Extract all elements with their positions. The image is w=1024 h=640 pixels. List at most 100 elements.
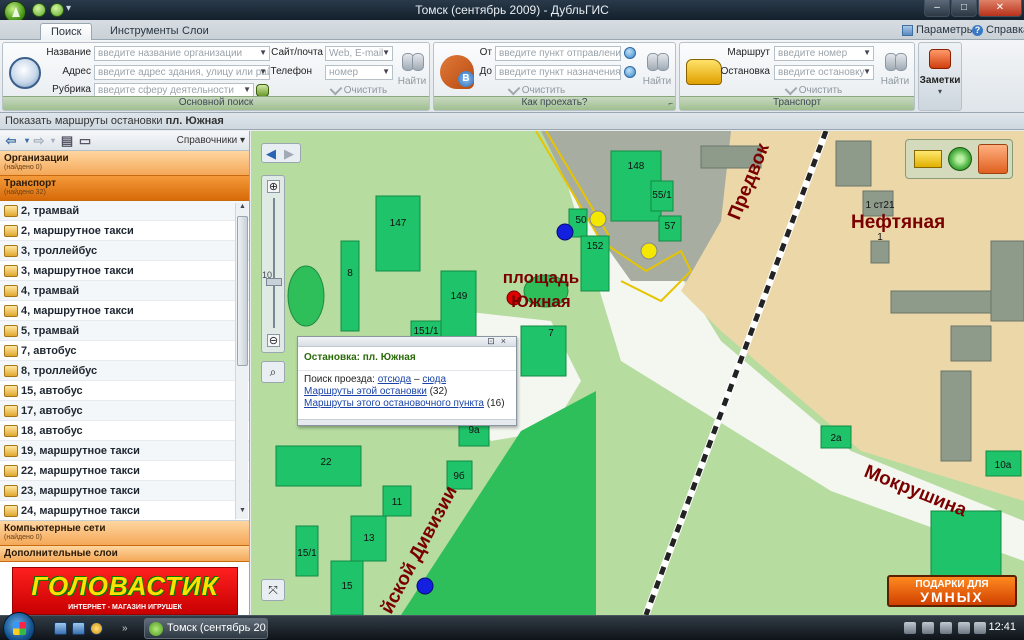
close-button[interactable]: ✕ <box>978 0 1022 17</box>
route-to-input[interactable]: введите пункт назначения <box>495 65 621 80</box>
notes-button[interactable]: Заметки ▾ <box>918 42 962 111</box>
zoom-slider[interactable]: ⊕ 10 ⊖ <box>261 175 285 353</box>
route-list-item[interactable]: 7, автобус <box>0 341 249 361</box>
popup-header: ⊡× <box>298 336 516 347</box>
popup-pin-icon[interactable]: ⊡ <box>487 336 501 346</box>
route-to-pick-icon[interactable] <box>624 66 636 78</box>
route-list-item[interactable]: 3, маршрутное такси <box>0 261 249 281</box>
zoom-in-icon[interactable]: ⊕ <box>267 180 280 193</box>
taskbar-clock: 12:41 <box>988 621 1016 633</box>
route-list-item[interactable]: 2, маршрутное такси <box>0 221 249 241</box>
route-list-item[interactable]: 24, маршрутное такси <box>0 501 249 520</box>
route-list-item[interactable]: 5, трамвай <box>0 321 249 341</box>
name-input[interactable]: введите название организации ▼ <box>94 46 270 61</box>
export-icon[interactable]: ▭ <box>78 134 92 148</box>
zoom-out-icon[interactable]: ⊖ <box>267 334 280 347</box>
print-icon[interactable]: ▤ <box>60 134 74 148</box>
ruler-icon[interactable] <box>914 150 942 168</box>
maximize-button[interactable]: □ <box>951 0 977 17</box>
minimize-button[interactable]: – <box>924 0 950 17</box>
browser-quick-icon[interactable] <box>90 622 103 635</box>
status-prefix: Показать маршруты остановки <box>5 115 166 127</box>
tray-volume-icon[interactable] <box>958 622 970 634</box>
tab-search[interactable]: Поиск <box>40 23 93 40</box>
route-list-item[interactable]: 22, маршрутное такси <box>0 461 249 481</box>
scroll-down-icon[interactable]: ▼ <box>236 507 249 519</box>
category-networks[interactable]: Компьютерные сети (найдено 0) <box>0 521 249 546</box>
building-number: 15 <box>341 581 353 592</box>
transport-clear-button[interactable]: Очистить <box>774 82 854 96</box>
map-fullscreen-icon[interactable]: ⤧ <box>261 579 285 601</box>
forward-dropdown-icon[interactable]: ▾ <box>46 134 60 148</box>
phone-label: Телефон <box>270 66 312 77</box>
route-list-label: 3, троллейбус <box>21 244 98 257</box>
route-list-item[interactable]: 19, маршрутное такси <box>0 441 249 461</box>
tray-power-icon[interactable] <box>974 622 986 634</box>
route-clear-button[interactable]: Очистить <box>495 82 579 96</box>
transport-stop-input[interactable]: введите остановку ▼ <box>774 65 874 80</box>
popup-close-icon[interactable]: × <box>501 336 512 346</box>
popup-from-link[interactable]: отсюда <box>378 374 412 385</box>
map-layers-icon[interactable] <box>978 144 1008 174</box>
route-list-item[interactable]: 23, маршрутное такси <box>0 481 249 501</box>
forward-icon[interactable]: ⇨ <box>32 134 46 148</box>
taskbar-app-icon <box>149 622 163 636</box>
transport-binoculars-icon[interactable] <box>884 49 908 71</box>
map-forward-arrow-icon[interactable]: ▶ <box>284 146 294 162</box>
quicklaunch-more-icon[interactable]: » <box>122 622 135 635</box>
tab-layers[interactable]: Слои <box>172 23 219 40</box>
route-list-item[interactable]: 15, автобус <box>0 381 249 401</box>
route-list-item[interactable]: 17, автобус <box>0 401 249 421</box>
list-scrollbar[interactable]: ▲ ▼ <box>235 203 248 519</box>
map-search-icon[interactable]: ⌕ <box>261 361 285 383</box>
tray-network-icon[interactable] <box>940 622 952 634</box>
category-layers[interactable]: Дополнительные слои <box>0 546 249 562</box>
route-list-item[interactable]: 18, автобус <box>0 421 249 441</box>
transport-find-button[interactable]: Найти <box>878 76 912 87</box>
building-number: 7 <box>548 328 554 339</box>
phone-input[interactable]: номер ▼ <box>325 65 393 80</box>
help-link[interactable]: ? Справка <box>972 24 1024 36</box>
transport-vehicle-icon <box>4 384 18 397</box>
address-input[interactable]: введите адрес здания, улицу или район ▼ <box>94 65 270 80</box>
main-clear-button[interactable]: Очистить <box>325 82 393 96</box>
popup-footer <box>298 419 516 425</box>
tray-icon-1[interactable] <box>904 622 916 634</box>
route-from-input[interactable]: введите пункт отправления <box>495 46 621 61</box>
tray-icon-2[interactable] <box>922 622 934 634</box>
directories-dropdown[interactable]: Справочники ▾ <box>177 135 245 146</box>
route-list-item[interactable]: 8, троллейбус <box>0 361 249 381</box>
scroll-up-icon[interactable]: ▲ <box>236 203 249 215</box>
transport-route-input[interactable]: введите номер ▼ <box>774 46 874 61</box>
params-icon <box>902 24 913 36</box>
advertisement-banner[interactable]: ГОЛОВАСТИК ИНТЕРНЕТ - МАГАЗИН ИГРУШЕК <box>12 567 238 615</box>
site-input[interactable]: Web, E-mail ▼ <box>325 46 393 61</box>
category-organizations[interactable]: Организации (найдено 0) <box>0 151 249 176</box>
switch-windows-icon[interactable] <box>72 622 85 635</box>
taskbar-app-button[interactable]: Томск (сентябрь 20... <box>144 618 268 639</box>
route-list-item[interactable]: 3, троллейбус <box>0 241 249 261</box>
map-stop-blue-2 <box>416 577 434 595</box>
popup-routes-link[interactable]: Маршруты этой остановки <box>304 386 427 397</box>
route-options-icon[interactable]: ⌐ <box>668 99 673 108</box>
scrollbar-thumb[interactable] <box>237 216 248 366</box>
start-button-icon[interactable] <box>3 612 35 640</box>
show-desktop-icon[interactable] <box>54 622 67 635</box>
params-link[interactable]: Параметры <box>902 24 975 36</box>
map-back-arrow-icon[interactable]: ◀ <box>266 146 276 162</box>
popup-point-routes-link[interactable]: Маршруты этого остановочного пункта <box>304 398 484 409</box>
route-find-button[interactable]: Найти <box>640 76 674 87</box>
popup-to-link[interactable]: сюда <box>422 374 446 385</box>
gifts-banner[interactable]: ПОДАРКИ ДЛЯ УМНЫХ <box>887 575 1017 607</box>
binoculars-icon[interactable] <box>401 49 425 71</box>
main-find-button[interactable]: Найти <box>395 76 429 87</box>
route-list-label: 3, маршрутное такси <box>21 264 134 277</box>
category-transport[interactable]: Транспорт (найдено 32) <box>0 176 249 201</box>
radar-icon[interactable] <box>948 147 972 171</box>
route-list-item[interactable]: 4, маршрутное такси <box>0 301 249 321</box>
route-list-item[interactable]: 2, трамвай <box>0 201 249 221</box>
route-from-pick-icon[interactable] <box>624 47 636 59</box>
route-list-item[interactable]: 4, трамвай <box>0 281 249 301</box>
back-icon[interactable]: ⇦ <box>4 134 18 148</box>
route-binoculars-icon[interactable] <box>646 49 670 71</box>
